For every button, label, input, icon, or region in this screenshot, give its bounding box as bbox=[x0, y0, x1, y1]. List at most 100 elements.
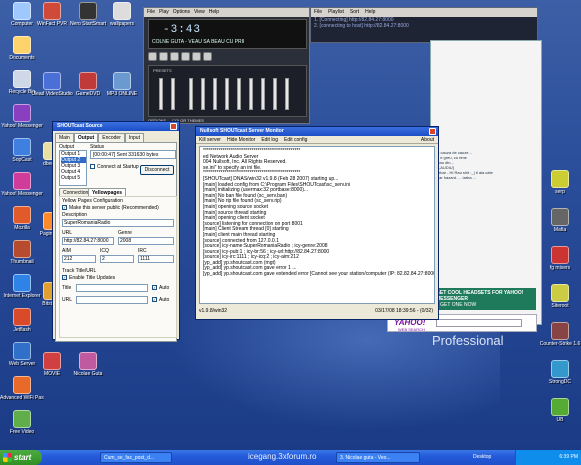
desktop-icon[interactable]: Siteroot bbox=[538, 284, 581, 309]
menu-item[interactable]: Play bbox=[159, 8, 169, 17]
desktop-icon[interactable]: Nicolae Guta bbox=[66, 352, 110, 377]
title-bar: Nullsoft SHOUTcast Server Monitor bbox=[196, 127, 438, 136]
next-button[interactable] bbox=[192, 52, 201, 61]
desktop-icon[interactable]: UB bbox=[538, 398, 581, 423]
desktop-toolbar[interactable]: Desktop bbox=[470, 452, 510, 463]
url-field[interactable]: http://82.84.27:8000 bbox=[62, 237, 114, 245]
eq-slider[interactable] bbox=[261, 78, 265, 110]
menu-item[interactable]: Options bbox=[173, 8, 190, 17]
output-list[interactable]: Output 1 Output 2 Output 3 Output 4 Outp… bbox=[59, 150, 87, 186]
url-auto-checkbox[interactable]: ✓ Auto bbox=[152, 297, 169, 303]
menu-edit-log[interactable]: Edit log bbox=[261, 136, 278, 143]
eq-slider[interactable] bbox=[249, 78, 253, 110]
disconnect-button[interactable]: Disconnect bbox=[140, 165, 174, 175]
pause-button[interactable] bbox=[170, 52, 179, 61]
desktop-icon-label: StrongDC bbox=[549, 379, 571, 385]
menu-hide-monitor[interactable]: Hide Monitor bbox=[227, 136, 255, 143]
desktop-icon-label: Advanced WiFi Pass bbox=[0, 395, 44, 401]
eq-slider[interactable] bbox=[171, 78, 175, 110]
eject-button[interactable] bbox=[203, 52, 212, 61]
desktop-icon-label: Thumbnail bbox=[10, 259, 34, 265]
eq-slider[interactable] bbox=[213, 78, 217, 110]
desktop-icon[interactable]: MP3 ONLINE bbox=[100, 72, 144, 97]
eq-slider[interactable] bbox=[201, 78, 205, 110]
title-field[interactable] bbox=[76, 284, 148, 292]
play-button[interactable] bbox=[159, 52, 168, 61]
menu-item[interactable]: Playlist bbox=[328, 8, 344, 17]
menu-item[interactable]: View bbox=[194, 8, 205, 17]
desktop-icon[interactable]: Documents bbox=[0, 36, 44, 61]
make-public-checkbox[interactable]: ✓ Make this server public (Recommended) bbox=[62, 205, 159, 211]
taskbar: start Cum_se_fac_post_d... 3. Nicolae gu… bbox=[0, 450, 581, 465]
application-icon bbox=[79, 352, 97, 370]
eq-slider[interactable] bbox=[237, 78, 241, 110]
ad-cta[interactable]: » GET ONE NOW bbox=[436, 302, 476, 308]
icq-field[interactable]: 2 bbox=[100, 255, 134, 263]
desktop-icon[interactable]: Counter-Strike 1.6 bbox=[538, 322, 581, 347]
desktop-icon-label: UB bbox=[556, 417, 564, 423]
output-item[interactable]: Output 5 bbox=[61, 175, 86, 181]
previous-button[interactable] bbox=[148, 52, 157, 61]
desktop-icon[interactable]: Yahoo! Messenger bbox=[0, 172, 44, 197]
chat-text: din cauza de cauze... Nu e greu, cu rime… bbox=[434, 150, 532, 180]
menu-item[interactable]: Help bbox=[365, 8, 375, 17]
aim-field[interactable]: 212 bbox=[62, 255, 96, 263]
desktop-icon[interactable]: Mafia bbox=[538, 208, 581, 233]
server-log[interactable]: ****************************************… bbox=[199, 146, 435, 304]
menu-edit-config[interactable]: Edit config bbox=[284, 136, 307, 143]
description-field[interactable]: SuperRomaniaRadio bbox=[62, 219, 174, 227]
track-title-label: Track Title/URL bbox=[62, 268, 97, 274]
output-panel: Output Output 1 Output 2 Output 3 Output… bbox=[55, 142, 177, 342]
checkbox[interactable]: ✓ bbox=[152, 285, 157, 291]
checkbox[interactable]: ✓ bbox=[62, 275, 67, 281]
application-icon bbox=[13, 274, 31, 292]
menu-item[interactable]: File bbox=[147, 8, 155, 17]
desktop-icon-label: Free Video bbox=[9, 429, 35, 435]
desktop-icon[interactable]: Jetflash bbox=[0, 308, 44, 333]
headset-ad[interactable]: GET COOL HEADSETS FOR YAHOO! MESSENGER »… bbox=[432, 288, 536, 310]
taskbar-item[interactable]: Cum_se_fac_post_d... bbox=[100, 452, 172, 463]
aim-label: AIM bbox=[62, 248, 71, 254]
desktop-icon[interactable]: StrongDC bbox=[538, 360, 581, 385]
track-url-field[interactable] bbox=[76, 296, 148, 304]
menu-kill-server[interactable]: Kill server bbox=[199, 136, 221, 143]
desktop-icon[interactable]: serp bbox=[538, 170, 581, 195]
close-icon[interactable] bbox=[429, 128, 436, 135]
desktop-icon[interactable]: wallpapers bbox=[100, 2, 144, 27]
desktop-icon[interactable]: Free Video bbox=[0, 410, 44, 435]
title-auto-checkbox[interactable]: ✓ Auto bbox=[152, 285, 169, 291]
desktop-icon[interactable]: Thumbnail bbox=[0, 240, 44, 265]
application-icon bbox=[551, 170, 569, 188]
eq-slider[interactable] bbox=[159, 78, 163, 110]
genre-field[interactable]: 2008 bbox=[118, 237, 174, 245]
menu-item[interactable]: File bbox=[314, 8, 322, 17]
tab-main[interactable]: Main bbox=[55, 133, 74, 142]
menu-about[interactable]: About bbox=[421, 136, 434, 144]
tab-output[interactable]: Output bbox=[73, 133, 99, 142]
irc-field[interactable]: 1111 bbox=[138, 255, 174, 263]
enable-title-label: Enable Title Updates bbox=[69, 275, 116, 281]
eq-slider[interactable] bbox=[189, 78, 193, 110]
close-icon[interactable] bbox=[170, 123, 177, 130]
eq-slider[interactable] bbox=[225, 78, 229, 110]
winamp-song-marquee: COLNE GUTA - VEAU SA BEAU CU PRII bbox=[152, 39, 245, 45]
checkbox[interactable]: ✓ bbox=[62, 205, 67, 211]
stop-button[interactable] bbox=[181, 52, 190, 61]
checkbox[interactable]: ✓ bbox=[152, 297, 157, 303]
desktop-icon[interactable]: Yahoo! Messenger bbox=[0, 104, 44, 129]
menu-item[interactable]: Help bbox=[209, 8, 219, 17]
tab-encoder[interactable]: Encoder bbox=[98, 133, 125, 142]
tab-input[interactable]: Input bbox=[124, 133, 144, 142]
menu-item[interactable]: Sort bbox=[350, 8, 359, 17]
checkbox[interactable] bbox=[90, 164, 95, 170]
connect-at-startup-checkbox[interactable]: Connect at Startup bbox=[90, 164, 139, 170]
enable-title-checkbox[interactable]: ✓ Enable Title Updates bbox=[62, 275, 115, 281]
playlist-entry[interactable]: 2. [connecting to host] http://82.84.27:… bbox=[311, 23, 537, 29]
eq-slider[interactable] bbox=[273, 78, 277, 110]
start-button[interactable]: start bbox=[0, 450, 42, 465]
taskbar-item[interactable]: 3. Nicolae guta - Veo... bbox=[336, 452, 420, 463]
desktop-icon[interactable]: fg mixers bbox=[538, 246, 581, 271]
desktop-icon[interactable]: Advanced WiFi Pass bbox=[0, 376, 44, 401]
eq-slider[interactable] bbox=[285, 78, 289, 110]
yahoo-search-input[interactable] bbox=[436, 319, 522, 327]
